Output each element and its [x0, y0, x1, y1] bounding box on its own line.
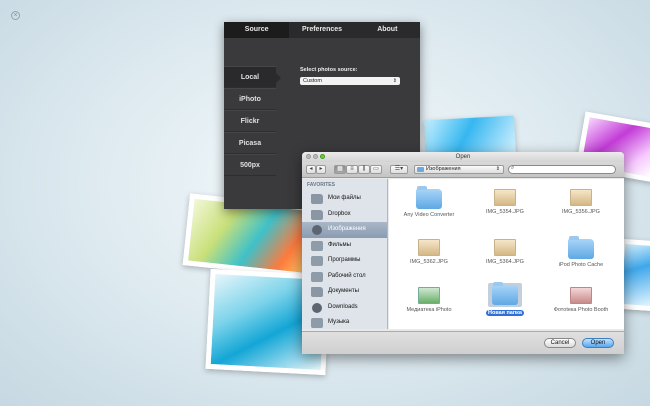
documents-icon: [311, 287, 323, 297]
file-item[interactable]: Any Video Converter: [393, 186, 465, 219]
open-button[interactable]: Open: [582, 338, 614, 348]
sidebar-item-dropbox[interactable]: Dropbox: [302, 207, 387, 223]
favorites-sidebar: FAVORITES Мои файлы Dropbox Изображения …: [302, 179, 388, 329]
tab-preferences[interactable]: Preferences: [289, 22, 354, 38]
files-icon: [311, 194, 323, 204]
sidebar-item-label: Downloads: [328, 303, 358, 310]
dialog-toolbar: ◂ ▸ ▦ ≡ ⫼ ▭ ☰▾ Изображения ⇕ ⌕: [302, 162, 624, 178]
sidebar-item-movies[interactable]: Фильмы: [302, 238, 387, 254]
coverflow-view-button[interactable]: ▭: [370, 165, 382, 174]
file-name: Фотоteка Photo Booth: [553, 307, 609, 313]
image-thumbnail-icon: [418, 239, 440, 256]
updown-icon: ⇕: [495, 166, 500, 172]
file-name: IMG_5364.JPG: [486, 259, 524, 265]
file-name: IMG_5362.JPG: [410, 259, 448, 265]
open-dialog: Open ◂ ▸ ▦ ≡ ⫼ ▭ ☰▾ Изображения ⇕ ⌕ FAVO…: [302, 152, 624, 354]
tab-bar: Source Preferences About: [224, 22, 420, 38]
sidebar-item-flickr[interactable]: Flickr: [224, 110, 276, 132]
desktop-icon: [311, 271, 323, 282]
sidebar-item-downloads[interactable]: Downloads: [302, 300, 387, 316]
file-item-selected[interactable]: Новая папка: [469, 282, 541, 317]
pictures-icon: [312, 225, 322, 235]
photo-booth-icon: [570, 287, 592, 304]
dialog-title: Open: [455, 154, 471, 160]
sidebar-item-music[interactable]: Музыка: [302, 315, 387, 331]
file-item[interactable]: Фотоteка Photo Booth: [545, 287, 617, 314]
photo-library-icon: [418, 287, 440, 304]
file-item[interactable]: Медиатека iPhoto: [393, 287, 465, 314]
file-item[interactable]: IMG_5356.JPG: [545, 189, 617, 216]
column-view-button[interactable]: ⫼: [358, 165, 370, 174]
search-input[interactable]: ⌕: [508, 165, 616, 174]
updown-icon: ⇕: [392, 78, 397, 84]
movies-icon: [311, 240, 323, 251]
sidebar-item-label: Dropbox: [328, 210, 351, 217]
tab-about[interactable]: About: [355, 22, 420, 38]
sidebar-item-label: Фильмы: [328, 241, 351, 248]
music-icon: [311, 318, 323, 328]
close-icon[interactable]: ×: [11, 11, 20, 20]
sidebar-item-label: Изображения: [328, 226, 366, 232]
downloads-icon: [312, 302, 322, 313]
folder-icon: [416, 186, 442, 209]
source-select[interactable]: Custom ⇕: [300, 77, 400, 85]
minimize-window-icon[interactable]: [313, 154, 318, 159]
sidebar-item-picasa[interactable]: Picasa: [224, 132, 276, 154]
folder-icon: [417, 167, 424, 172]
sidebar-item-local[interactable]: Local: [224, 66, 276, 88]
image-thumbnail-icon: [570, 189, 592, 206]
folder-icon: [492, 282, 518, 305]
image-thumbnail-icon: [494, 189, 516, 206]
sidebar-item-iphoto[interactable]: iPhoto: [224, 88, 276, 110]
back-button[interactable]: ◂: [306, 165, 316, 174]
favorites-header: FAVORITES: [307, 182, 335, 188]
dialog-footer: Cancel Open: [302, 331, 624, 354]
dropbox-icon: [311, 209, 323, 220]
sidebar-item-applications[interactable]: Программы: [302, 253, 387, 269]
list-view-button[interactable]: ≡: [346, 165, 358, 174]
file-name: IMG_5354.JPG: [486, 209, 524, 215]
file-grid: Any Video Converter IMG_5354.JPG IMG_535…: [389, 179, 624, 329]
sidebar-item-pictures[interactable]: Изображения: [302, 222, 387, 238]
source-select-label: Select photos source:: [300, 67, 358, 73]
arrange-button[interactable]: ☰▾: [390, 165, 408, 174]
sidebar-item-documents[interactable]: Документы: [302, 284, 387, 300]
file-name: Any Video Converter: [403, 212, 455, 218]
sidebar-item-label: Рабочий стол: [328, 272, 366, 279]
tab-source[interactable]: Source: [224, 22, 290, 38]
search-icon: ⌕: [511, 165, 515, 171]
file-name: Новая папка: [486, 310, 524, 316]
sidebar-item-desktop[interactable]: Рабочий стол: [302, 269, 387, 285]
cancel-button[interactable]: Cancel: [544, 338, 576, 348]
applications-icon: [311, 256, 323, 266]
image-thumbnail-icon: [494, 239, 516, 256]
sidebar-item-label: Программы: [328, 257, 361, 263]
file-item[interactable]: IMG_5362.JPG: [393, 239, 465, 266]
file-item[interactable]: iPod Photo Cache: [545, 236, 617, 269]
source-select-value: Custom: [303, 78, 322, 84]
sidebar-item-label: Мои файлы: [328, 195, 361, 201]
sidebar-item-label: Документы: [328, 288, 359, 294]
path-popup[interactable]: Изображения ⇕: [414, 165, 504, 174]
path-popup-label: Изображения: [426, 166, 461, 172]
file-name: Медиатека iPhoto: [406, 307, 452, 313]
icon-view-button[interactable]: ▦: [334, 165, 346, 174]
close-window-icon[interactable]: [306, 154, 311, 159]
file-name: IMG_5356.JPG: [562, 209, 600, 215]
forward-button[interactable]: ▸: [316, 165, 326, 174]
sidebar-item-label: Музыка: [328, 319, 350, 325]
dialog-titlebar: Open: [302, 152, 624, 162]
folder-icon: [568, 236, 594, 259]
file-item[interactable]: IMG_5364.JPG: [469, 239, 541, 266]
source-sidebar: Local iPhoto Flickr Picasa 500px: [224, 66, 276, 176]
sidebar-item-500px[interactable]: 500px: [224, 154, 276, 176]
sidebar-item-files[interactable]: Мои файлы: [302, 191, 387, 207]
file-item[interactable]: IMG_5354.JPG: [469, 189, 541, 216]
zoom-window-icon[interactable]: [320, 154, 325, 159]
file-name: iPod Photo Cache: [558, 262, 604, 268]
